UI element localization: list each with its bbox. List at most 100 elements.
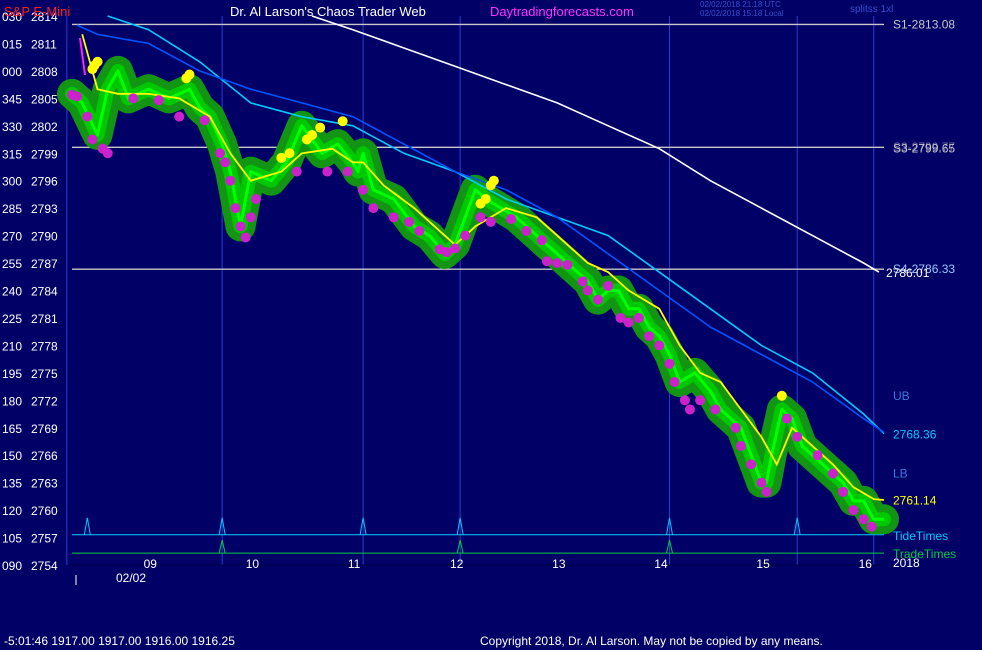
y-tick-label: 2766 xyxy=(31,449,58,463)
low-pivot-dot xyxy=(736,441,747,452)
y-tick-label: 2757 xyxy=(31,532,58,546)
high-pivot-dot xyxy=(307,129,318,140)
low-pivot-dot xyxy=(240,232,251,243)
y-tick-label: 2769 xyxy=(31,422,58,436)
secondary-tick-label: 000 xyxy=(2,65,22,79)
low-pivot-dot xyxy=(388,212,399,223)
low-pivot-dot xyxy=(562,259,573,270)
x-hour-label: 11 xyxy=(348,557,361,571)
y-tick-label: 2808 xyxy=(31,65,58,79)
low-pivot-dot xyxy=(404,216,415,227)
y-tick-label: 2802 xyxy=(31,120,58,134)
low-pivot-dot xyxy=(128,93,139,104)
low-pivot-dot xyxy=(679,395,690,406)
low-pivot-dot xyxy=(858,514,869,525)
low-pivot-dot xyxy=(654,340,665,351)
x-hour-label: 15 xyxy=(756,557,770,571)
timestamp-local: 02/02/2018 15:18 Local xyxy=(700,9,784,18)
low-pivot-dot xyxy=(730,422,741,433)
low-pivot-dot xyxy=(812,450,823,461)
low-pivot-dot xyxy=(848,505,859,516)
secondary-tick-label: 270 xyxy=(2,230,22,244)
low-pivot-dot xyxy=(102,148,113,159)
secondary-tick-label: 195 xyxy=(2,367,22,381)
instrument-label: S&P E-Mini xyxy=(4,4,71,19)
high-pivot-dot xyxy=(284,148,295,159)
high-pivot-dot xyxy=(181,73,192,84)
low-pivot-dot xyxy=(664,358,675,369)
tide-time-pip xyxy=(83,517,91,535)
low-pivot-dot xyxy=(623,317,634,328)
y-tick-label: 2772 xyxy=(31,394,58,408)
low-pivot-dot xyxy=(541,256,552,267)
low-pivot-dot xyxy=(536,235,547,246)
x-hour-label: 16 xyxy=(859,557,873,571)
low-pivot-dot xyxy=(746,459,757,470)
low-pivot-dot xyxy=(153,95,164,106)
low-pivot-dot xyxy=(521,226,532,237)
quote-readout: -5:01:46 1917.00 1917.00 1916.00 1916.25 xyxy=(4,634,235,648)
low-pivot-dot xyxy=(358,184,369,195)
secondary-tick-label: 285 xyxy=(2,202,22,216)
low-pivot-dot xyxy=(506,214,517,225)
x-hour-label: 09 xyxy=(144,557,158,571)
secondary-tick-label: 120 xyxy=(2,504,22,518)
chart-area: S1-2813.08S3-2799.65S3-2799.77S4-2786.33… xyxy=(2,10,956,585)
low-pivot-dot xyxy=(781,413,792,424)
low-pivot-dot xyxy=(291,166,302,177)
secondary-tick-label: 255 xyxy=(2,257,22,271)
low-pivot-dot xyxy=(322,166,333,177)
low-pivot-dot xyxy=(593,294,604,305)
level-lines: S1-2813.08S3-2799.65S3-2799.77S4-2786.33 xyxy=(72,17,955,276)
y-tick-label: 2790 xyxy=(31,230,58,244)
low-pivot-dot xyxy=(199,115,210,126)
low-pivot-dot xyxy=(582,285,593,296)
low-pivot-dot xyxy=(552,258,563,269)
right-label: UB xyxy=(893,389,910,403)
site-link[interactable]: Daytradingforecasts.com xyxy=(490,4,634,19)
right-label: TradeTimes xyxy=(893,547,956,561)
price-glow-band xyxy=(57,55,899,535)
secondary-tick-label: 135 xyxy=(2,477,22,491)
low-pivot-dot xyxy=(669,377,680,387)
low-pivot-dot xyxy=(603,280,614,291)
right-label: 2768.36 xyxy=(893,428,937,442)
low-pivot-dot xyxy=(82,111,93,122)
y-tick-label: 2784 xyxy=(31,285,58,299)
y-tick-label: 2799 xyxy=(31,147,58,161)
secondary-tick-label: 315 xyxy=(2,147,22,161)
low-pivot-dot xyxy=(215,148,226,159)
secondary-tick-label: 330 xyxy=(2,120,22,134)
low-pivot-dot xyxy=(368,203,379,214)
price-glow xyxy=(57,55,899,535)
low-pivot-dot xyxy=(866,521,877,532)
secondary-tick-label: 150 xyxy=(2,449,22,463)
low-pivot-dot xyxy=(695,395,706,406)
x-hour-label: 13 xyxy=(552,557,566,571)
x-hour-label: 12 xyxy=(450,557,464,571)
y-tick-label: 2811 xyxy=(31,37,57,51)
low-pivot-dot xyxy=(577,276,588,287)
low-pivot-dot xyxy=(827,468,838,479)
low-pivot-dot xyxy=(633,312,644,323)
slow-ma-line xyxy=(311,15,880,273)
low-pivot-dot xyxy=(756,477,767,488)
right-label: TideTimes xyxy=(893,529,948,543)
low-pivot-dot xyxy=(475,212,486,223)
timestamp-utc: 02/02/2018 21:18 UTC xyxy=(700,0,781,9)
secondary-tick-label: 015 xyxy=(2,37,22,51)
low-pivot-dot xyxy=(644,331,655,342)
low-pivot-dot xyxy=(485,216,496,227)
chart-title: Dr. Al Larson's Chaos Trader Web xyxy=(230,4,426,19)
secondary-tick-label: 210 xyxy=(2,339,22,353)
secondary-tick-label: 300 xyxy=(2,175,22,189)
secondary-tick-label: 225 xyxy=(2,312,22,326)
right-label: 2761.14 xyxy=(893,494,937,508)
high-pivot-dot xyxy=(480,194,491,204)
high-pivot-dot xyxy=(776,390,787,401)
y-tick-label: 2796 xyxy=(31,175,58,189)
low-pivot-dot xyxy=(838,486,849,497)
y-tick-label: 2760 xyxy=(31,504,58,518)
high-pivot-dot xyxy=(89,60,100,71)
low-pivot-dot xyxy=(710,404,721,415)
